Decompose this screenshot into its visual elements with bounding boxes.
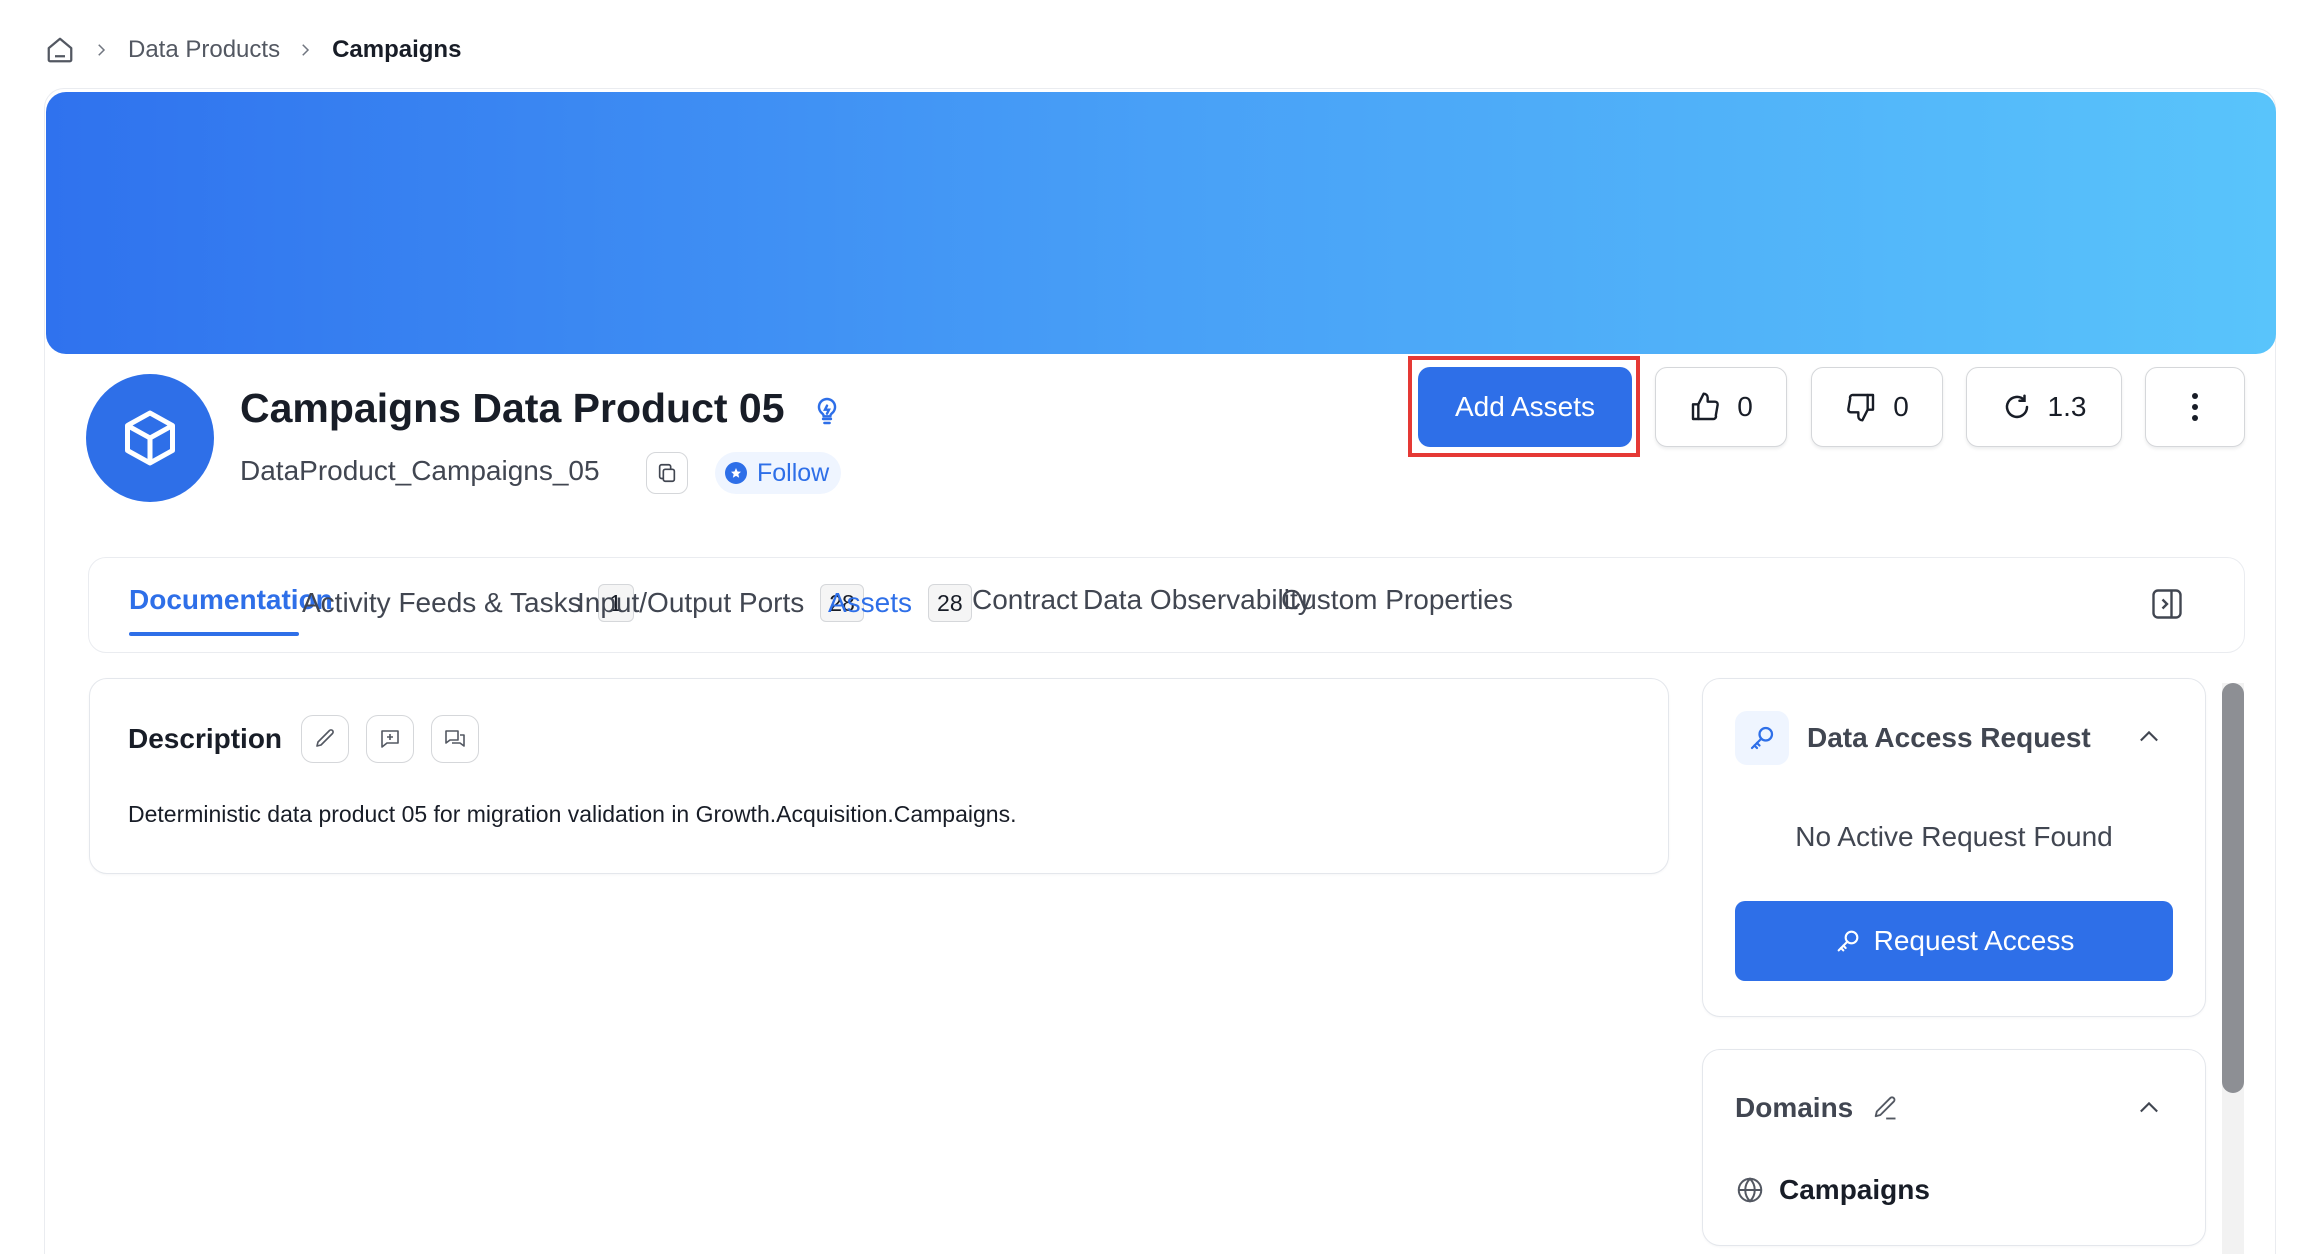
active-tab-indicator (129, 632, 299, 636)
tab-input-output-ports[interactable]: Input/Output Ports 28 (577, 584, 864, 622)
edit-description-button[interactable] (301, 715, 349, 763)
copy-button[interactable] (646, 452, 688, 494)
chevron-up-icon[interactable] (2135, 1094, 2163, 1122)
domains-card: Domains Campaigns (1702, 1049, 2206, 1246)
add-assets-button[interactable]: Add Assets (1418, 367, 1632, 447)
chevron-right-icon (92, 40, 112, 60)
description-card: Description Deterministic data product 0… (89, 678, 1669, 874)
cube-icon (125, 410, 175, 466)
star-icon (725, 462, 747, 484)
request-description-button[interactable] (366, 715, 414, 763)
edit-domains-icon[interactable] (1871, 1094, 1899, 1122)
breadcrumb-campaigns: Campaigns (332, 36, 462, 63)
pencil-icon (316, 729, 334, 747)
domain-name: Campaigns (1779, 1174, 1930, 1205)
tab-data-observability[interactable]: Data Observability (1083, 584, 1312, 616)
follow-button[interactable]: Follow (715, 452, 842, 494)
thumbs-up-icon (1692, 392, 1720, 421)
cover-banner (46, 92, 2276, 354)
request-access-label: Request Access (1873, 925, 2075, 956)
tab-label: Assets (828, 587, 913, 618)
domains-title: Domains (1735, 1092, 1854, 1123)
version-number: 1.3 (2047, 391, 2087, 422)
tab-assets[interactable]: Assets 28 (828, 584, 972, 622)
panel-toggle-icon[interactable] (2149, 586, 2185, 622)
tab-contract[interactable]: Contract (972, 584, 1078, 616)
tab-bar: Documentation Activity Feeds & Tasks 1 I… (88, 557, 2245, 653)
data-access-request-title: Data Access Request (1807, 722, 2091, 753)
messages-icon (445, 730, 465, 747)
tab-label: Custom Properties (1281, 584, 1513, 615)
description-title: Description (128, 723, 283, 754)
tab-label: Input/Output Ports (577, 587, 805, 618)
description-text: Deterministic data product 05 for migrat… (128, 801, 1017, 827)
domains-header: Domains (1735, 1092, 1899, 1124)
dislike-button[interactable]: 0 (1811, 367, 1943, 447)
tab-label: Activity Feeds & Tasks (302, 587, 582, 618)
tab-count-badge: 28 (928, 584, 972, 622)
key-icon (1735, 711, 1789, 765)
home-icon[interactable] (44, 34, 76, 66)
request-access-button[interactable]: Request Access (1735, 901, 2173, 981)
key-icon (1837, 930, 1858, 952)
tab-label: Data Observability (1083, 584, 1312, 615)
data-access-request-card: Data Access Request No Active Request Fo… (1702, 678, 2206, 1017)
like-count: 0 (1737, 391, 1753, 422)
more-options-button[interactable] (2145, 367, 2245, 447)
breadcrumb: Data Products Campaigns (44, 30, 461, 70)
no-request-text: No Active Request Found (1795, 821, 2113, 852)
more-vertical-icon (2192, 393, 2198, 421)
data-access-request-header: Data Access Request (1735, 711, 2091, 765)
thumbs-down-icon (1847, 393, 1875, 422)
globe-icon (1737, 1177, 1763, 1203)
chevron-up-icon[interactable] (2135, 723, 2163, 751)
page-title: Campaigns Data Product 05 (240, 385, 785, 431)
fully-qualified-name: DataProduct_Campaigns_05 (240, 455, 600, 486)
follow-label: Follow (757, 458, 830, 487)
tab-label: Contract (972, 584, 1078, 615)
conversation-button[interactable] (431, 715, 479, 763)
copy-icon (658, 463, 676, 483)
tab-custom-properties[interactable]: Custom Properties (1281, 584, 1513, 616)
breadcrumb-data-products[interactable]: Data Products (128, 36, 280, 64)
data-product-avatar (86, 374, 214, 502)
like-button[interactable]: 0 (1655, 367, 1787, 447)
scrollbar-thumb[interactable] (2222, 683, 2244, 1093)
dislike-count: 0 (1893, 391, 1909, 422)
lightbulb-icon[interactable] (811, 395, 843, 427)
chevron-right-icon (296, 40, 316, 60)
version-button[interactable]: 1.3 (1966, 367, 2122, 447)
refresh-icon (2005, 394, 2028, 419)
message-plus-icon (381, 730, 399, 748)
domain-item[interactable]: Campaigns (1735, 1174, 1930, 1206)
